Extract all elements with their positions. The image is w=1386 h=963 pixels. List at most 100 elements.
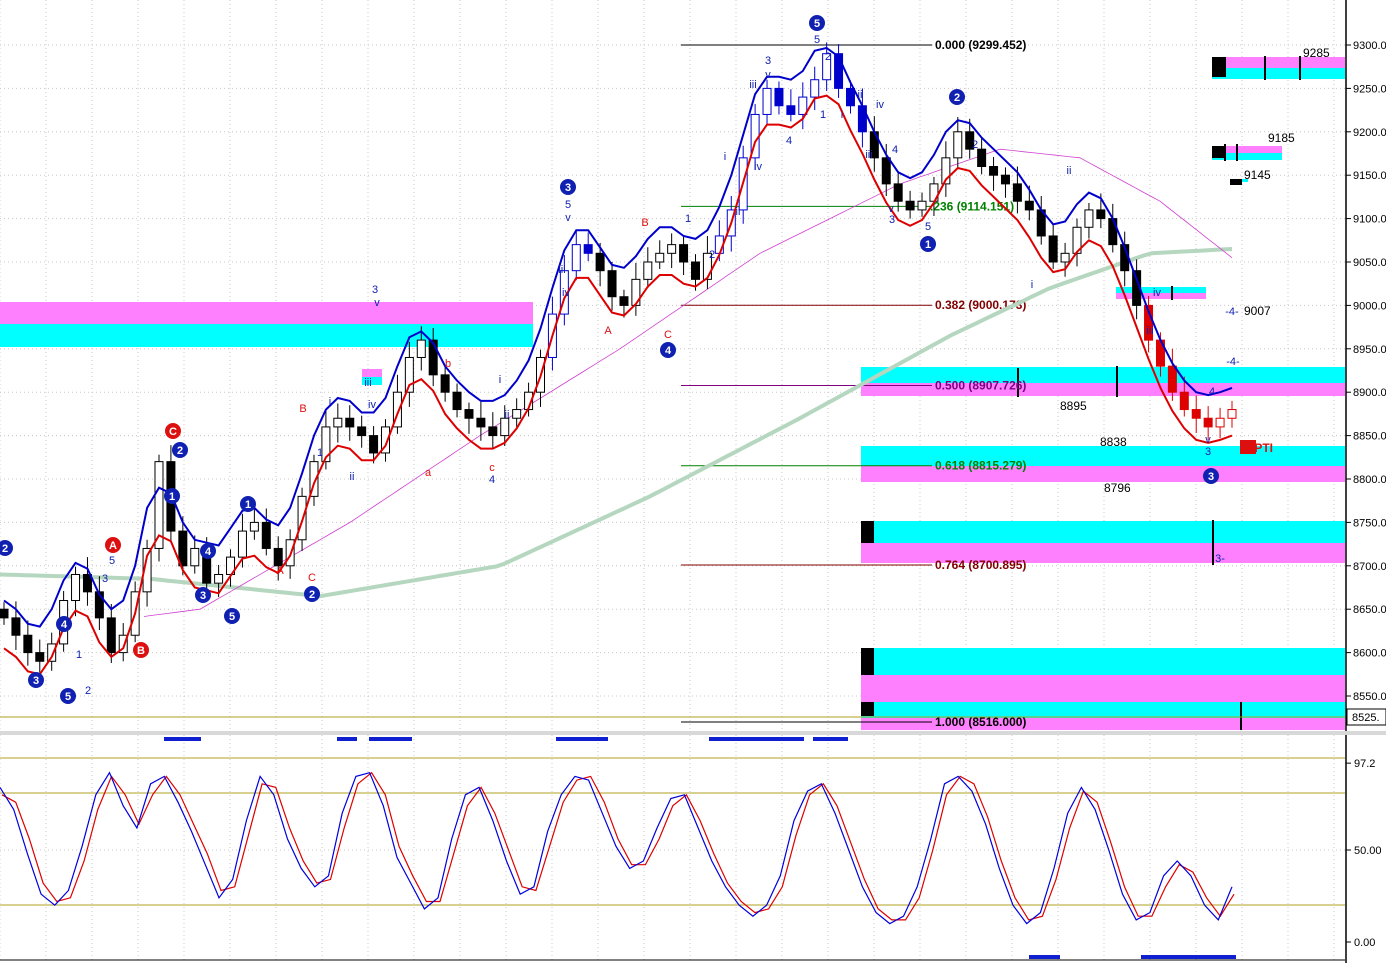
candle-body xyxy=(1203,417,1213,428)
candle-body xyxy=(1012,183,1022,202)
wave-label: 1 xyxy=(685,213,691,225)
wave-label: i xyxy=(841,109,843,121)
wave-label: iv xyxy=(754,161,762,173)
signal-bar xyxy=(164,737,201,741)
candle-body xyxy=(643,261,653,280)
wave-label: iv xyxy=(562,287,570,299)
wave-label: ii xyxy=(505,409,510,421)
candle-body xyxy=(989,166,999,176)
wave-label: b xyxy=(445,358,451,370)
candle-body xyxy=(1000,174,1010,185)
signal-bar xyxy=(556,737,608,741)
signal-bar xyxy=(369,737,412,741)
zone-marker xyxy=(1212,146,1226,158)
candle-body xyxy=(667,244,677,254)
price-annotation: 9145 xyxy=(1244,168,1271,182)
wave-label: 5 xyxy=(925,221,931,233)
wave-label: 2 xyxy=(709,249,715,261)
wave-label: v xyxy=(765,69,771,81)
candle-body xyxy=(1096,209,1106,220)
wave-label: 2 xyxy=(972,139,978,151)
pane-separator[interactable] xyxy=(0,731,1386,735)
candle-body xyxy=(583,244,593,254)
wave-circle-label: 2 xyxy=(2,543,8,555)
projection-zone xyxy=(861,521,1345,543)
wave-label: iii xyxy=(865,149,872,161)
price-annotation: 8895 xyxy=(1060,399,1087,413)
wave-label: iv xyxy=(876,99,884,111)
wave-label: a xyxy=(425,467,432,479)
candle-body xyxy=(762,87,772,115)
candle-body xyxy=(476,417,486,428)
candle-body xyxy=(452,391,462,411)
wave-label: iii xyxy=(1146,325,1153,337)
price-tick-label: 8600.00 xyxy=(1353,648,1386,660)
wave-label: B xyxy=(641,217,648,229)
candle-body xyxy=(679,244,689,263)
wave-circle-label: 3 xyxy=(33,675,39,687)
fib-label: 0.500 (8907.726) xyxy=(935,378,1026,392)
wave-label: 3 xyxy=(765,55,771,67)
candle-body xyxy=(261,521,271,549)
fib-label: 0.000 (9299.452) xyxy=(935,38,1026,52)
candle-body xyxy=(917,200,927,211)
wave-label: 2 xyxy=(85,685,91,697)
wave-label: iii xyxy=(749,79,756,91)
main-pane-bg xyxy=(0,0,1345,730)
candle-body xyxy=(953,131,963,159)
wave-label: A xyxy=(604,325,612,337)
price-axis-bg xyxy=(1346,0,1386,731)
wave-circle-label: 2 xyxy=(177,445,183,457)
wave-circle-label: 1 xyxy=(925,239,931,251)
candle-body xyxy=(106,617,116,654)
price-tick-label: 9000.00 xyxy=(1353,300,1386,312)
pti-tag-label: 65PTI xyxy=(1241,441,1273,455)
candle-body xyxy=(1179,391,1189,411)
candle-body xyxy=(798,96,808,115)
candle-body xyxy=(1108,218,1118,246)
candle-body xyxy=(345,417,355,428)
wave-label: ii xyxy=(736,206,741,218)
candle-body xyxy=(333,417,343,428)
wave-circle-label: 2 xyxy=(954,92,960,104)
candle-body xyxy=(774,87,784,107)
wave-label: B xyxy=(299,403,306,415)
wave-label: 3 xyxy=(1205,446,1211,458)
wave-label: C xyxy=(664,329,672,341)
wave-label: 5 xyxy=(565,199,571,211)
wave-label: i xyxy=(1031,279,1033,291)
wave-label: v xyxy=(1205,434,1211,446)
wave-label: 4 xyxy=(892,144,898,156)
indicator-axis[interactable]: 97.2 50.00 0.00 xyxy=(1345,735,1386,963)
projection-zone xyxy=(861,702,1345,718)
indicator-tick-label: 0.00 xyxy=(1354,937,1375,949)
wave-label: ii xyxy=(858,89,863,101)
wave-label: i xyxy=(329,396,331,408)
signal-bar xyxy=(1029,955,1060,959)
wave-circle-label: 3 xyxy=(200,590,206,602)
price-tick-label: 8550.00 xyxy=(1353,691,1386,703)
candle-body xyxy=(1167,365,1177,393)
candle-body xyxy=(655,252,665,263)
candle-body xyxy=(810,79,820,98)
price-tick-label: 8950.00 xyxy=(1353,344,1386,356)
projection-zone xyxy=(861,675,1345,702)
wave-label: 2 xyxy=(825,51,831,63)
zone-marker xyxy=(1230,179,1242,185)
projection-zone xyxy=(1116,293,1206,299)
chart-canvas: 0.000 (9299.452).236 (9114.151)0.382 (90… xyxy=(0,0,1386,963)
price-tick-label: 9200.00 xyxy=(1353,127,1386,139)
wave-circle-label: 5 xyxy=(65,691,71,703)
candle-body xyxy=(1191,409,1201,419)
wave-circle-label: 5 xyxy=(229,611,235,623)
wave-label: 3- xyxy=(1215,553,1225,565)
price-axis[interactable]: 9300.00 9250.00 9200.00 9150.00 9100.00 9050.… xyxy=(1345,0,1386,731)
wave-label: iii xyxy=(558,264,565,276)
wave-label: 1 xyxy=(820,109,826,121)
price-tick-label: 8800.00 xyxy=(1353,474,1386,486)
wave-circle-label: 1 xyxy=(169,491,175,503)
wave-label: 5 xyxy=(109,555,115,567)
wave-label: v xyxy=(374,297,380,309)
projection-zone xyxy=(0,324,533,347)
candle-body xyxy=(357,426,367,437)
